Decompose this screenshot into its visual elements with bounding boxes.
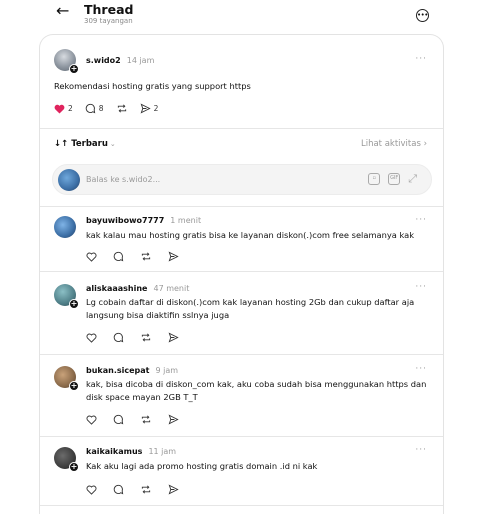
repost-icon[interactable] bbox=[140, 484, 152, 495]
chevron-down-icon: ⌄ bbox=[109, 140, 116, 148]
repost-icon bbox=[117, 104, 126, 113]
reply-more-icon[interactable]: ··· bbox=[415, 364, 427, 374]
username[interactable]: aliskaaashine bbox=[86, 284, 147, 293]
divider bbox=[40, 354, 443, 355]
page-title: Thread bbox=[84, 2, 134, 17]
reply-button[interactable]: 8 bbox=[85, 103, 104, 114]
reply-input[interactable]: Balas ke s.wido2... ▫ GIF ⤢ bbox=[52, 164, 432, 195]
reply-count: 8 bbox=[98, 104, 104, 113]
follow-plus-icon[interactable]: + bbox=[69, 64, 79, 74]
heart-icon[interactable] bbox=[86, 415, 97, 425]
username[interactable]: s.wido2 bbox=[86, 56, 121, 65]
like-count: 2 bbox=[68, 104, 73, 113]
heart-icon[interactable] bbox=[86, 485, 97, 495]
repost-button[interactable] bbox=[116, 103, 128, 114]
reply-time: 9 jam bbox=[155, 366, 179, 375]
reply-text: Lg cobain daftar di diskon(.)com kak lay… bbox=[86, 297, 415, 320]
expand-icon[interactable]: ⤢ bbox=[408, 173, 417, 185]
comment-icon[interactable] bbox=[113, 332, 124, 343]
reply-author[interactable]: aliskaaashine 47 menit bbox=[86, 284, 189, 293]
post-time: 14 jam bbox=[126, 56, 155, 65]
gif-icon[interactable]: GIF bbox=[388, 173, 401, 185]
username[interactable]: bukan.sicepat bbox=[86, 366, 150, 375]
current-user-avatar bbox=[58, 169, 80, 191]
send-icon bbox=[140, 103, 151, 114]
post-text: Rekomendasi hosting gratis yang support … bbox=[54, 81, 251, 91]
comment-icon[interactable] bbox=[113, 251, 124, 262]
follow-plus-icon[interactable]: + bbox=[69, 462, 79, 472]
username[interactable]: kaikaikamus bbox=[86, 447, 142, 456]
reply-author[interactable]: bayuwibowo7777 1 menit bbox=[86, 216, 201, 225]
reply-placeholder: Balas ke s.wido2... bbox=[86, 175, 161, 184]
image-icon[interactable]: ▫ bbox=[368, 173, 381, 185]
repost-icon[interactable] bbox=[140, 414, 152, 425]
comment-icon[interactable] bbox=[113, 484, 124, 495]
heart-icon[interactable] bbox=[86, 252, 97, 262]
repost-icon[interactable] bbox=[140, 332, 152, 343]
reply-actions bbox=[86, 484, 179, 495]
post-more-icon[interactable]: ··· bbox=[415, 54, 427, 64]
reply-more-icon[interactable]: ··· bbox=[415, 282, 427, 292]
divider bbox=[40, 128, 443, 129]
reply-actions bbox=[86, 251, 179, 262]
back-arrow-icon[interactable]: ← bbox=[56, 1, 69, 20]
more-options-icon[interactable]: ••• bbox=[416, 9, 429, 22]
sort-label: Terbaru bbox=[71, 139, 108, 149]
avatar[interactable] bbox=[54, 216, 76, 238]
post-author[interactable]: s.wido2 14 jam bbox=[86, 56, 154, 65]
reply-actions bbox=[86, 332, 179, 343]
reply-text: Kak aku lagi ada promo hosting gratis do… bbox=[86, 461, 318, 471]
divider bbox=[40, 206, 443, 207]
reply-author[interactable]: bukan.sicepat 9 jam bbox=[86, 366, 178, 375]
reply-more-icon[interactable]: ··· bbox=[415, 215, 427, 225]
comment-icon bbox=[85, 103, 96, 114]
reply-time: 11 jam bbox=[148, 447, 177, 456]
avatar[interactable]: + bbox=[54, 49, 79, 74]
chevron-right-icon: › bbox=[423, 139, 427, 149]
reply-tools: ▫ GIF ⤢ bbox=[368, 173, 417, 185]
repost-icon[interactable] bbox=[140, 251, 152, 262]
reply-time: 1 menit bbox=[170, 216, 202, 225]
share-button[interactable]: 2 bbox=[140, 103, 159, 114]
reply-text: kak, bisa dicoba di diskon_com kak, aku … bbox=[86, 379, 427, 402]
share-count: 2 bbox=[153, 104, 159, 113]
send-icon[interactable] bbox=[168, 332, 179, 343]
divider bbox=[40, 436, 443, 437]
reply-time: 47 menit bbox=[153, 284, 190, 293]
comment-icon[interactable] bbox=[113, 414, 124, 425]
reply-author[interactable]: kaikaikamus 11 jam bbox=[86, 447, 176, 456]
thread-card: + s.wido2 14 jam ··· Rekomendasi hosting … bbox=[39, 34, 444, 514]
sort-dropdown[interactable]: ↓↑ Terbaru ⌄ bbox=[54, 139, 116, 149]
follow-plus-icon[interactable]: + bbox=[69, 299, 79, 309]
divider bbox=[40, 271, 443, 272]
send-icon[interactable] bbox=[168, 251, 179, 262]
heart-icon[interactable] bbox=[86, 333, 97, 343]
activity-link[interactable]: Lihat aktivitas › bbox=[361, 139, 427, 149]
view-count: 309 tayangan bbox=[84, 17, 133, 25]
reply-more-icon[interactable]: ··· bbox=[415, 445, 427, 455]
follow-plus-icon[interactable]: + bbox=[69, 381, 79, 391]
send-icon[interactable] bbox=[168, 414, 179, 425]
activity-link-label: Lihat aktivitas bbox=[360, 139, 421, 149]
send-icon[interactable] bbox=[168, 484, 179, 495]
username[interactable]: bayuwibowo7777 bbox=[86, 216, 164, 225]
heart-filled-icon bbox=[54, 104, 65, 114]
avatar[interactable]: + bbox=[54, 284, 79, 309]
reply-text: kak kalau mau hosting gratis bisa ke lay… bbox=[86, 230, 415, 240]
like-button[interactable]: 2 bbox=[54, 104, 73, 114]
top-bar: ← Thread 309 tayangan ••• bbox=[0, 0, 500, 34]
post-actions: 2 8 2 bbox=[54, 103, 158, 114]
avatar[interactable]: + bbox=[54, 366, 79, 391]
sort-arrows-icon: ↓↑ bbox=[54, 139, 69, 149]
avatar[interactable]: + bbox=[54, 447, 79, 472]
reply-actions bbox=[86, 414, 179, 425]
